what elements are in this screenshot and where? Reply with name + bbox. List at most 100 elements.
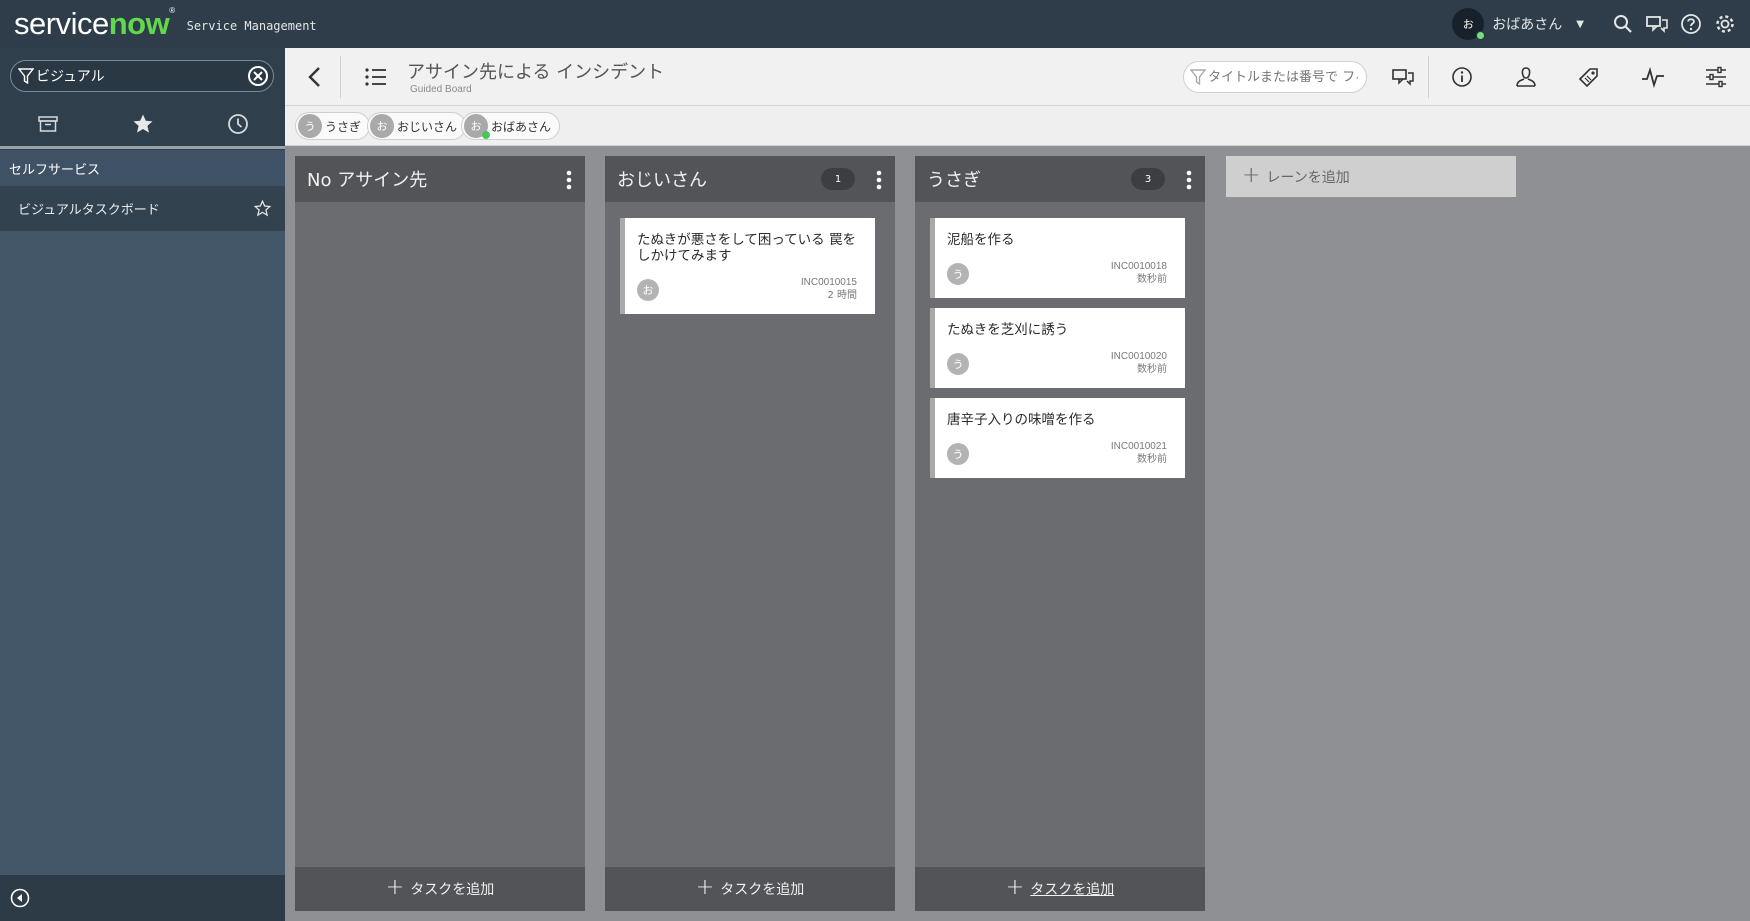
lane-title: おじいさん xyxy=(617,170,707,191)
lane-title: No アサイン先 xyxy=(307,170,428,191)
member-avatar: お xyxy=(370,114,394,138)
collapse-navigator-icon[interactable] xyxy=(10,888,30,908)
connect-chat-icon[interactable] xyxy=(1640,7,1674,41)
top-banner: servicenow® Service Management お おばあさん ▼ xyxy=(0,0,1750,48)
lane-card-count: 3 xyxy=(1131,168,1165,190)
card-updated-time: 2 時間 xyxy=(827,290,857,301)
back-chevron-icon[interactable] xyxy=(301,62,329,92)
main-content: アサイン先による インシデント Guided Board う うさぎ xyxy=(285,48,1750,921)
assignee-initial: う xyxy=(952,268,964,281)
member-filter-chip[interactable]: お おばあさん xyxy=(461,112,561,140)
card-assignee-avatar[interactable]: う xyxy=(947,263,969,285)
member-avatar: う xyxy=(298,114,322,138)
member-filter-chip[interactable]: う うさぎ xyxy=(295,112,371,140)
board-chat-icon[interactable] xyxy=(1387,61,1419,93)
board-activity-pulse-icon[interactable] xyxy=(1637,61,1669,93)
assignee-initial: お xyxy=(642,284,654,297)
application-navigator: セルフサービス ビジュアルタスクボード xyxy=(0,48,285,921)
global-search-icon[interactable] xyxy=(1606,7,1640,41)
task-card[interactable]: 唐辛子入りの味噌を作る う INC0010021 数秒前 xyxy=(930,398,1185,478)
plus-icon: + xyxy=(695,875,715,900)
navigator-filter[interactable] xyxy=(10,60,274,92)
header-divider xyxy=(340,56,341,98)
lane-card-count: 1 xyxy=(821,168,855,190)
list-view-icon[interactable] xyxy=(363,64,389,90)
card-title: 泥船を作る xyxy=(947,232,1015,248)
filter-funnel-icon xyxy=(1190,69,1206,86)
user-name[interactable]: おばあさん xyxy=(1492,14,1562,34)
card-assignee-avatar[interactable]: お xyxy=(637,279,659,301)
member-name: うさぎ xyxy=(325,119,362,134)
favorite-star-outline-icon[interactable] xyxy=(254,200,271,217)
lane-menu-kebab-icon[interactable] xyxy=(1185,169,1193,191)
nav-app-self-service[interactable]: セルフサービス xyxy=(0,150,285,186)
clear-filter-icon[interactable] xyxy=(246,64,270,88)
settings-gear-icon[interactable] xyxy=(1708,7,1742,41)
card-title: 唐辛子入りの味噌を作る xyxy=(947,412,1096,428)
nav-app-label: セルフサービス xyxy=(9,162,101,178)
lane-menu-kebab-icon[interactable] xyxy=(565,169,573,191)
add-lane-label: レーンを追加 xyxy=(1266,169,1350,186)
logo-now-text: now xyxy=(108,6,170,41)
card-updated-time: 数秒前 xyxy=(1137,364,1167,375)
navigator-list: セルフサービス ビジュアルタスクボード xyxy=(0,150,285,875)
online-status-dot xyxy=(482,131,490,139)
tab-all-applications[interactable] xyxy=(0,101,95,146)
member-filter-chip[interactable]: お おじいさん xyxy=(367,112,467,140)
lane-menu-kebab-icon[interactable] xyxy=(875,169,883,191)
plus-icon: + xyxy=(1242,162,1261,188)
lane-ojiisan: おじいさん 1 たぬきが悪さをして困っている 罠をしかけてみます お INC00… xyxy=(605,156,895,911)
header-divider xyxy=(1428,56,1429,98)
product-subtitle: Service Management xyxy=(186,19,317,33)
member-initial: う xyxy=(304,120,316,133)
add-lane-button[interactable]: + レーンを追加 xyxy=(1226,156,1516,197)
help-icon[interactable] xyxy=(1674,7,1708,41)
navigator-filter-input[interactable] xyxy=(36,68,246,84)
board-labels-tag-icon[interactable] xyxy=(1573,61,1605,93)
assignee-initial: う xyxy=(952,448,964,461)
board-type-subtitle: Guided Board xyxy=(410,84,472,95)
lane-unassigned: No アサイン先 + タスクを追加 xyxy=(295,156,585,911)
task-card[interactable]: 泥船を作る う INC0010018 数秒前 xyxy=(930,218,1185,298)
board-members-icon[interactable] xyxy=(1510,61,1542,93)
board-settings-sliders-icon[interactable] xyxy=(1700,61,1732,93)
add-task-button[interactable]: + タスクを追加 xyxy=(915,867,1205,911)
plus-icon: + xyxy=(385,875,405,900)
card-assignee-avatar[interactable]: う xyxy=(947,353,969,375)
member-initial: お xyxy=(470,120,482,133)
card-filter-input[interactable] xyxy=(1208,69,1358,85)
lane-usagi: うさぎ 3 泥船を作る う INC0010018 数秒前 たぬきを芝刈に誘う う… xyxy=(915,156,1205,911)
user-initial: お xyxy=(1462,18,1474,31)
navigator-footer xyxy=(0,875,285,921)
member-name: おじいさん xyxy=(397,119,458,134)
filter-funnel-icon xyxy=(18,68,34,85)
user-menu-caret-icon[interactable]: ▼ xyxy=(1576,19,1584,30)
archive-box-icon xyxy=(37,115,58,132)
nav-module-label: ビジュアルタスクボード xyxy=(18,203,160,218)
card-updated-time: 数秒前 xyxy=(1137,274,1167,285)
add-task-button[interactable]: + タスクを追加 xyxy=(605,867,895,911)
task-card[interactable]: たぬきを芝刈に誘う う INC0010020 数秒前 xyxy=(930,308,1185,388)
card-title: たぬきが悪さをして困っている 罠をしかけてみます xyxy=(637,232,856,264)
banner-right-tools: お おばあさん ▼ xyxy=(1452,0,1742,48)
nav-module-visual-task-board[interactable]: ビジュアルタスクボード xyxy=(0,186,285,231)
card-title: たぬきを芝刈に誘う xyxy=(947,322,1069,338)
servicenow-logo[interactable]: servicenow® xyxy=(14,6,175,42)
lane-header[interactable]: おじいさん 1 xyxy=(605,156,895,202)
assignee-initial: う xyxy=(952,358,964,371)
board-vertical-scrollbar[interactable] xyxy=(1736,146,1750,921)
card-assignee-avatar[interactable]: う xyxy=(947,443,969,465)
lane-header[interactable]: うさぎ 3 xyxy=(915,156,1205,202)
user-avatar[interactable]: お xyxy=(1452,8,1486,40)
tab-favorites[interactable] xyxy=(95,101,190,146)
board-info-icon[interactable] xyxy=(1446,61,1478,93)
tab-history[interactable] xyxy=(190,101,285,146)
card-updated-time: 数秒前 xyxy=(1137,454,1167,465)
lane-header[interactable]: No アサイン先 xyxy=(295,156,585,202)
navigator-tabs xyxy=(0,101,285,149)
add-task-label: タスクを追加 xyxy=(720,882,805,898)
task-card[interactable]: たぬきが悪さをして困っている 罠をしかけてみます お INC0010015 2 … xyxy=(620,218,875,314)
card-filter-search[interactable] xyxy=(1183,61,1367,93)
add-task-button[interactable]: + タスクを追加 xyxy=(295,867,585,911)
add-task-label: タスクを追加 xyxy=(1030,882,1115,898)
